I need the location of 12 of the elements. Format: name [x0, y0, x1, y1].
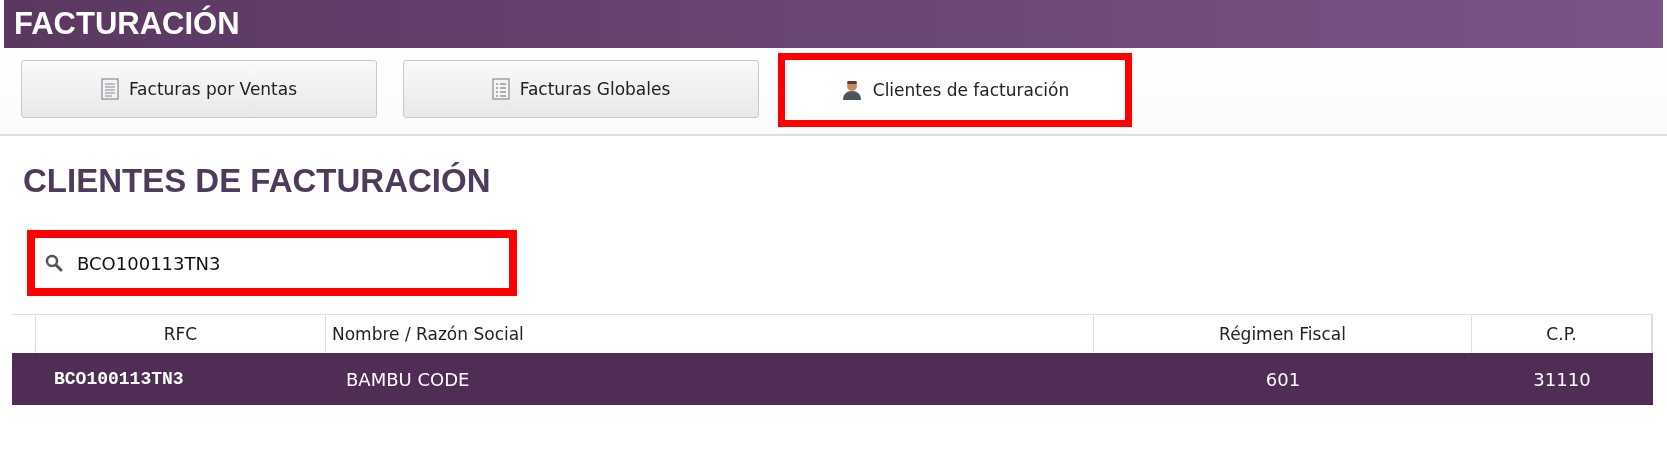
person-icon: [840, 79, 863, 101]
page-title: FACTURACIÓN: [14, 6, 240, 42]
tab[interactable]: Facturas Globales: [403, 60, 759, 118]
tab[interactable]: Facturas por Ventas: [21, 60, 377, 118]
table-cell-text: BCO100113TN3: [53, 369, 185, 389]
document-icon: [100, 78, 119, 100]
table-row[interactable]: BCO100113TN3 BAMBU CODE 601 31110: [12, 353, 1653, 405]
table-cell-text: 31110: [1532, 368, 1592, 390]
table-cell-text: BAMBU CODE: [345, 368, 471, 390]
list-icon: [491, 78, 510, 100]
section-title: CLIENTES DE FACTURACIÓN: [23, 162, 492, 200]
table-cell-text: 601: [1264, 368, 1302, 390]
